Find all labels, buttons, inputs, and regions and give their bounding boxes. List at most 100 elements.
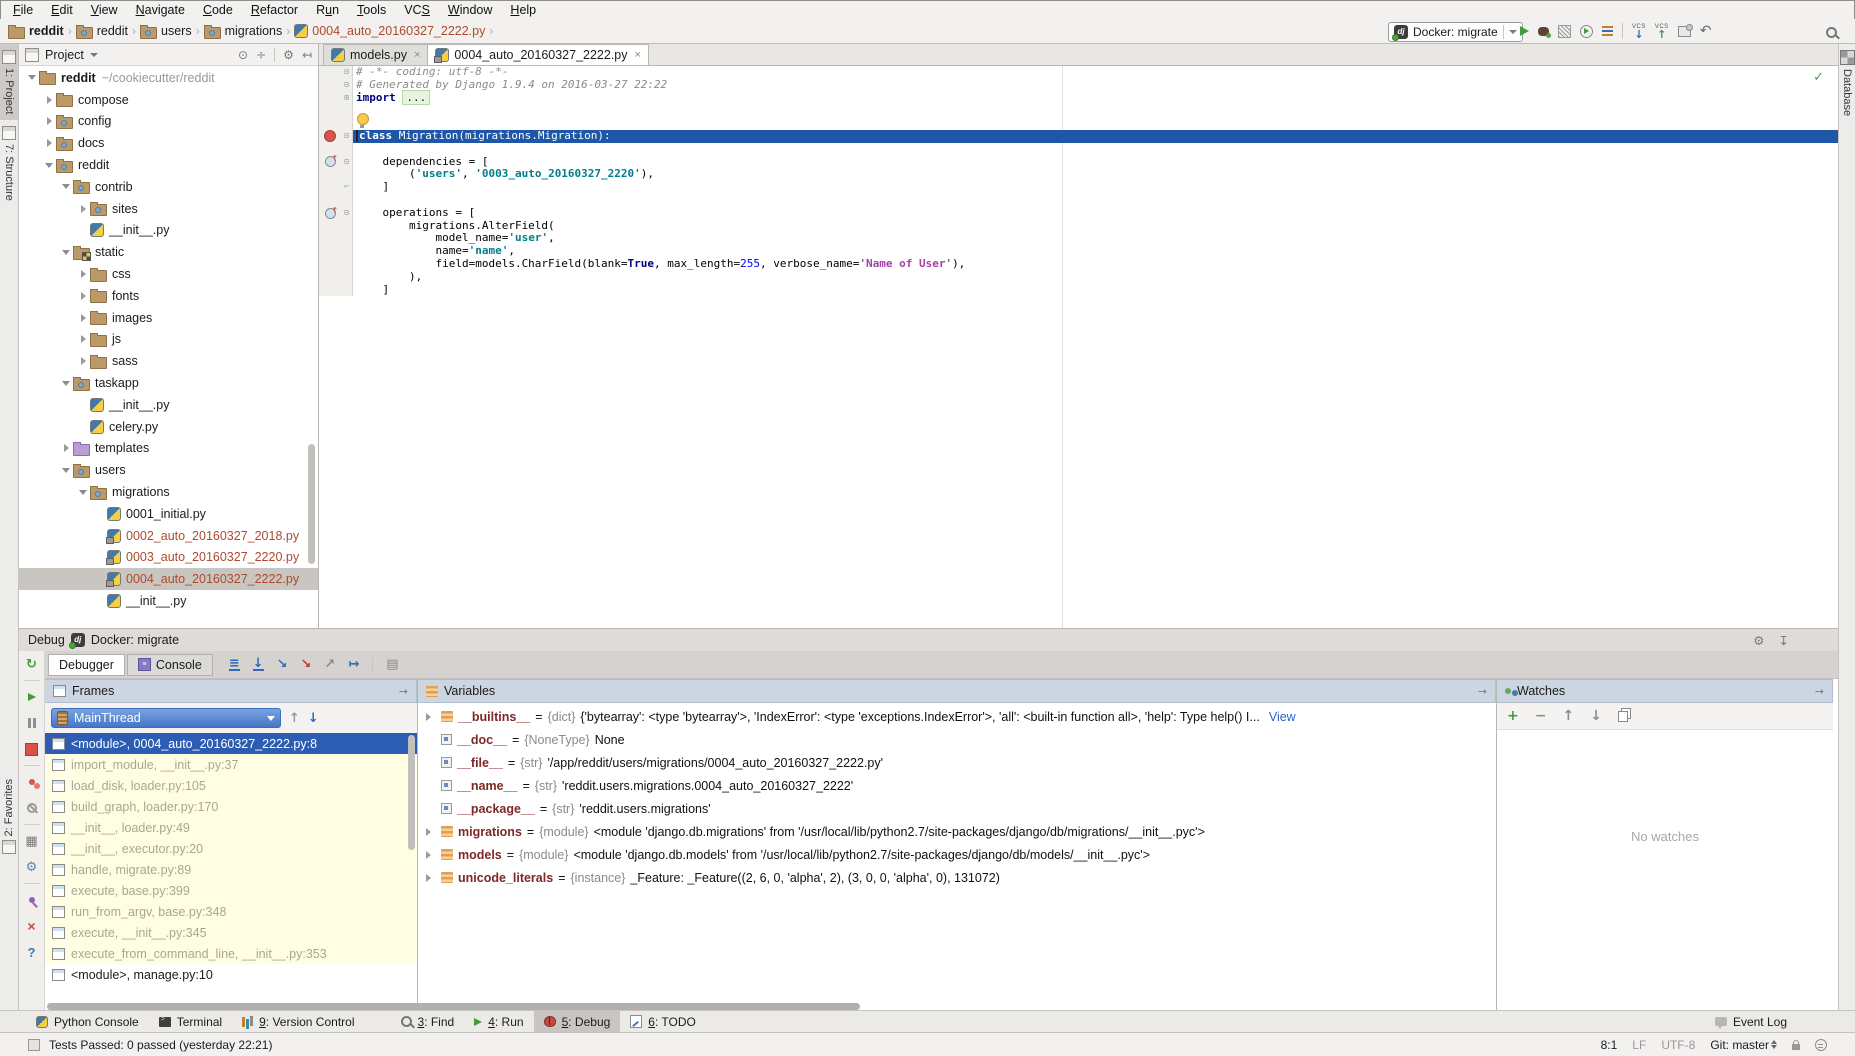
stack-frame[interactable]: import_module, __init__.py:37 — [45, 754, 417, 775]
project-tree-scrollbar[interactable] — [308, 444, 315, 564]
fold-marker[interactable]: ⊟ — [341, 130, 353, 143]
fold-marker[interactable]: ⊟ — [341, 79, 353, 92]
step-out-icon[interactable]: ↗ — [324, 657, 335, 672]
tree-item-js[interactable]: js — [19, 329, 318, 351]
tool-window-button-run[interactable]: 4: Run — [464, 1011, 533, 1032]
tree-collapsed-icon[interactable] — [59, 444, 73, 452]
tree-item--init-py[interactable]: __init__.py — [19, 220, 318, 242]
variable-row[interactable]: __doc__ = {NoneType} None — [418, 728, 1496, 751]
tree-collapsed-icon[interactable] — [76, 205, 90, 213]
fold-marker[interactable]: ⌐ — [341, 181, 353, 194]
hide-window-icon[interactable]: ↧ — [1779, 633, 1789, 648]
stack-frame[interactable]: execute_from_command_line, __init__.py:3… — [45, 943, 417, 964]
float-panel-icon[interactable]: → — [1478, 685, 1487, 698]
evaluate-expression-icon[interactable]: ▤ — [386, 657, 398, 672]
tree-item-0003-auto-20160327-2220-py[interactable]: 0003_auto_20160327_2220.py — [19, 547, 318, 569]
tree-expanded-icon[interactable] — [59, 250, 73, 255]
tool-button-project[interactable]: 1: Project — [0, 44, 18, 120]
menu-navigate[interactable]: Navigate — [127, 3, 194, 17]
tool-window-button-version-control[interactable]: 9: Version Control — [232, 1011, 364, 1032]
stop-icon[interactable] — [25, 743, 38, 756]
mute-breakpoints-icon[interactable] — [27, 803, 37, 813]
breadcrumb-item[interactable]: reddit — [8, 24, 64, 39]
tree-item-fonts[interactable]: fonts — [19, 285, 318, 307]
read-only-lock-icon[interactable] — [1792, 1044, 1800, 1050]
gear-icon[interactable]: ⚙ — [283, 48, 294, 62]
tool-button-structure[interactable]: 7: Structure — [0, 120, 18, 207]
tree-item-contrib[interactable]: contrib — [19, 176, 318, 198]
tree-collapsed-icon[interactable] — [76, 292, 90, 300]
show-execution-point-icon[interactable]: ≡ — [229, 659, 240, 671]
stack-frame[interactable]: <module>, 0004_auto_20160327_2222.py:8 — [45, 733, 417, 754]
remove-watch-icon[interactable]: − — [1535, 708, 1547, 724]
settings-gear-icon[interactable]: ⚙ — [26, 860, 38, 875]
help-icon[interactable]: ? — [28, 945, 36, 960]
tree-collapsed-icon[interactable] — [42, 96, 56, 104]
previous-frame-icon[interactable]: ↑ — [289, 711, 300, 726]
variable-row[interactable]: migrations = {module} <module 'django.db… — [418, 820, 1496, 843]
debug-button[interactable] — [1538, 27, 1549, 36]
tree-item-celery-py[interactable]: celery.py — [19, 416, 318, 438]
tool-button-database[interactable]: Database — [1839, 44, 1855, 122]
vcs-update-button[interactable]: VCS↓ — [1632, 24, 1646, 38]
tree-item-0002-auto-20160327-2018-py[interactable]: 0002_auto_20160327_2018.py — [19, 525, 318, 547]
tree-collapsed-icon[interactable] — [76, 335, 90, 343]
code-editor[interactable]: ⊟# -*- coding: utf-8 -*-⊟# Generated by … — [319, 66, 1838, 628]
thread-select[interactable]: MainThread — [51, 708, 281, 728]
breadcrumb-item[interactable]: users — [140, 24, 192, 39]
breadcrumb-item[interactable]: reddit — [76, 24, 128, 39]
tree-collapsed-icon[interactable] — [42, 117, 56, 125]
run-to-cursor-icon[interactable]: ↦ — [348, 657, 359, 672]
tree-item--init-py[interactable]: __init__.py — [19, 394, 318, 416]
rerun-icon[interactable]: ↻ — [26, 657, 37, 672]
tree-item-0001-initial-py[interactable]: 0001_initial.py — [19, 503, 318, 525]
force-step-into-icon[interactable]: ↘ — [301, 657, 312, 672]
tree-item-templates[interactable]: templates — [19, 438, 318, 460]
debug-horizontal-scrollbar[interactable] — [47, 1003, 860, 1010]
tree-item-docs[interactable]: docs — [19, 132, 318, 154]
profiler-button[interactable] — [1580, 25, 1593, 38]
tree-item-migrations[interactable]: migrations — [19, 481, 318, 503]
tab-debugger[interactable]: Debugger — [48, 654, 125, 676]
tab-console[interactable]: ≡ Console — [127, 654, 213, 676]
tree-collapsed-icon[interactable] — [76, 357, 90, 365]
menu-vcs[interactable]: VCS — [395, 3, 439, 17]
fold-marker[interactable]: ⊟ — [341, 207, 353, 220]
pause-icon[interactable] — [28, 718, 31, 728]
float-panel-icon[interactable]: → — [399, 685, 408, 698]
view-link[interactable]: View — [1269, 710, 1296, 724]
fold-marker[interactable]: ⊟ — [341, 66, 353, 79]
tree-item-sass[interactable]: sass — [19, 350, 318, 372]
gutter-marker-icon[interactable] — [319, 156, 341, 169]
menu-run[interactable]: Run — [307, 3, 348, 17]
breakpoint-icon[interactable] — [319, 130, 341, 143]
stack-frame[interactable]: load_disk, loader.py:105 — [45, 775, 417, 796]
stack-frame[interactable]: __init__, loader.py:49 — [45, 817, 417, 838]
tool-window-button-find[interactable]: 3: Find — [391, 1011, 465, 1032]
line-separator[interactable]: LF — [1632, 1038, 1646, 1052]
move-watch-up-icon[interactable]: ↑ — [1562, 708, 1574, 724]
move-watch-down-icon[interactable]: ↓ — [1590, 708, 1602, 724]
tree-collapsed-icon[interactable] — [42, 139, 56, 147]
add-watch-icon[interactable]: + — [1507, 708, 1519, 724]
git-branch-widget[interactable]: Git: master — [1710, 1038, 1777, 1052]
tree-expanded-icon[interactable] — [76, 490, 90, 495]
tree-item-users[interactable]: users — [19, 459, 318, 481]
caret-position[interactable]: 8:1 — [1601, 1038, 1618, 1052]
tree-item-config[interactable]: config — [19, 111, 318, 133]
stack-frame[interactable]: execute, __init__.py:345 — [45, 922, 417, 943]
variable-row[interactable]: __package__ = {str} 'reddit.users.migrat… — [418, 797, 1496, 820]
stack-frame[interactable]: handle, migrate.py:89 — [45, 859, 417, 880]
tree-item-compose[interactable]: compose — [19, 89, 318, 111]
editor-tab-models-py[interactable]: models.py× — [323, 44, 428, 65]
tree-item-sites[interactable]: sites — [19, 198, 318, 220]
event-log-button[interactable]: Event Log — [1705, 1011, 1797, 1032]
menu-help[interactable]: Help — [501, 3, 545, 17]
menu-edit[interactable]: Edit — [42, 3, 82, 17]
tool-window-button-debug[interactable]: 5: Debug — [534, 1011, 621, 1032]
step-into-icon[interactable]: ↘ — [277, 657, 288, 672]
run-configuration-select[interactable]: dj Docker: migrate — [1388, 22, 1523, 42]
menu-tools[interactable]: Tools — [348, 3, 395, 17]
tree-item-images[interactable]: images — [19, 307, 318, 329]
resume-icon[interactable] — [28, 693, 36, 701]
